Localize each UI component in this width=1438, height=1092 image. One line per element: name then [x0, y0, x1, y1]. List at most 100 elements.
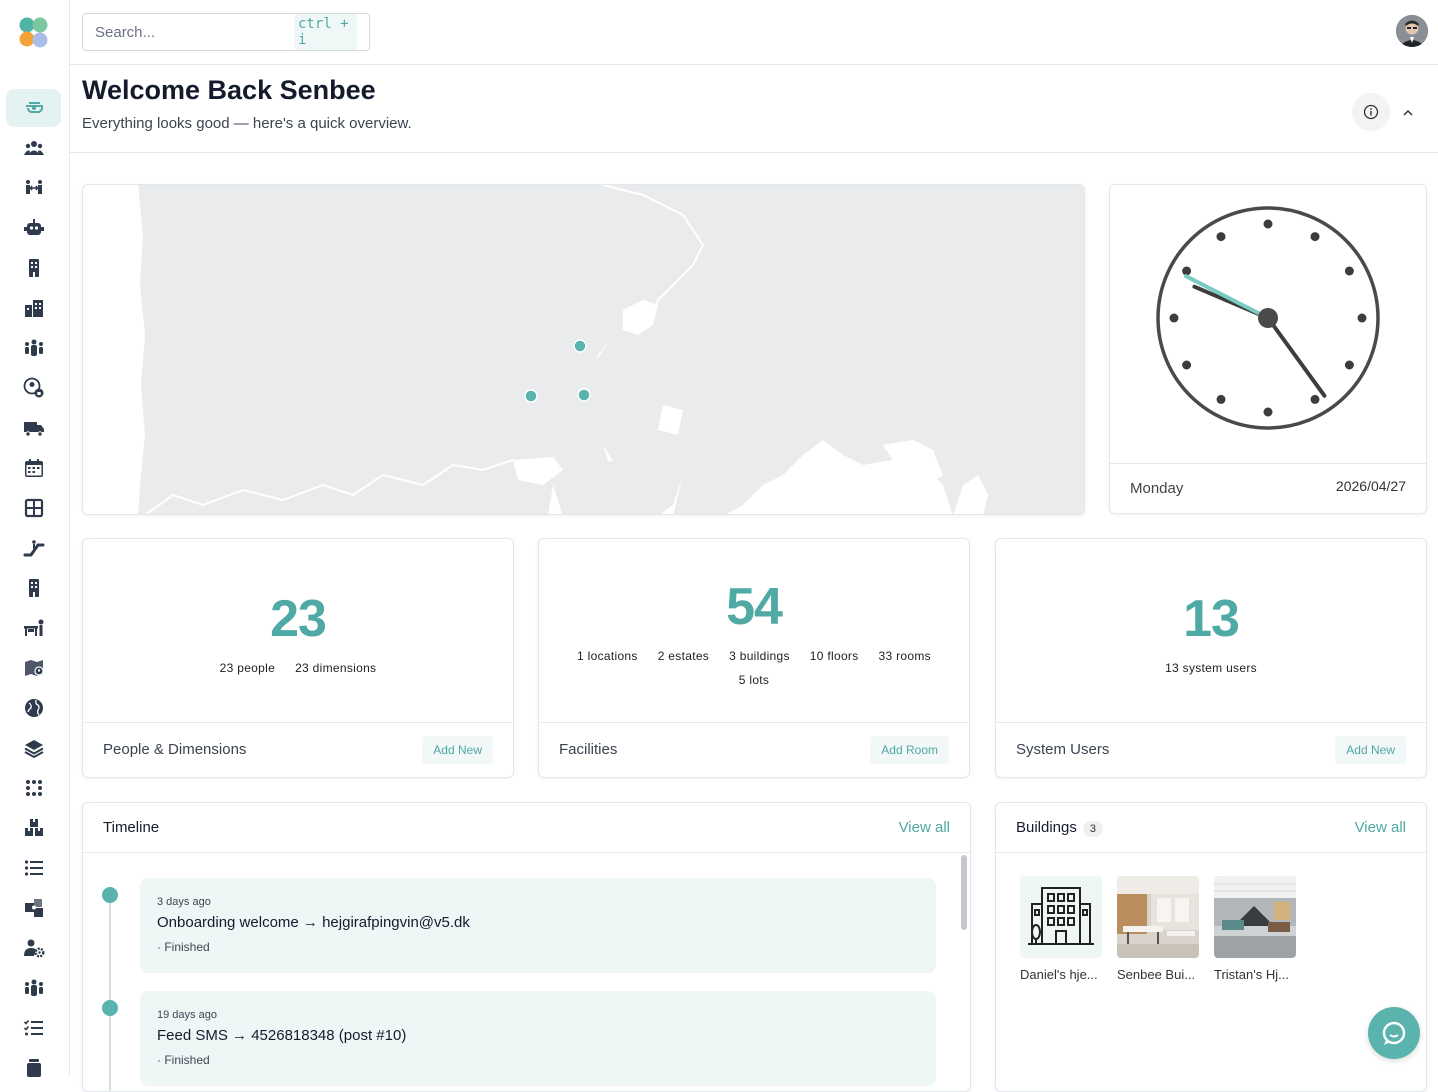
sidebar-item-boxes[interactable] [6, 809, 61, 847]
stat-title: System Users [1016, 741, 1110, 758]
add-new-user-button[interactable]: Add New [1335, 736, 1406, 764]
search-box[interactable]: ctrl + i [82, 13, 370, 51]
sidebar-item-user-gear[interactable] [6, 929, 61, 967]
timeline-item-time: 19 days ago [157, 1009, 217, 1021]
building-name: Daniel's hje... [1020, 967, 1098, 982]
sidebar-item-user-lock[interactable] [6, 369, 61, 407]
chat-button[interactable] [1368, 1007, 1420, 1059]
map-marker[interactable] [577, 388, 591, 402]
buildings-header: Buildings 3 View all [996, 803, 1426, 853]
people-icon [23, 141, 44, 155]
stat-sub: 23 dimensions [295, 661, 377, 675]
app-logo[interactable] [18, 16, 50, 50]
stat-footer: Facilities Add Room [539, 722, 969, 777]
map-canvas[interactable] [83, 185, 1085, 515]
timeline-dot [102, 1000, 118, 1016]
sidebar-item-building[interactable] [6, 249, 61, 287]
timeline-panel: Timeline View all 3 days ago Onboarding … [82, 802, 971, 1092]
chat-bubble-icon [1382, 1021, 1406, 1045]
sidebar-item-map-marker[interactable] [6, 649, 61, 687]
floor-plan-icon [24, 498, 43, 518]
clock-hour-mark [1263, 219, 1273, 229]
add-room-button[interactable]: Add Room [870, 736, 949, 764]
page-title: Welcome Back Senbee [82, 75, 376, 105]
stat-breakdown: 13 system users [996, 661, 1426, 675]
page-header: Welcome Back Senbee Everything looks goo… [70, 65, 1438, 153]
people-dimensions-card: 23 23 people 23 dimensions People & Dime… [82, 538, 514, 778]
building-icon [28, 259, 39, 277]
stat-sub: 1 locations [577, 649, 638, 663]
sidebar-item-dashboard[interactable] [6, 89, 61, 127]
sidebar-item-more[interactable] [6, 1049, 61, 1087]
timeline-dot [102, 887, 118, 903]
search-shortcut: ctrl + i [294, 14, 357, 50]
user-avatar[interactable] [1396, 15, 1428, 47]
buildings-title: Buildings 3 [1016, 819, 1103, 837]
sidebar-item-escalator[interactable] [6, 529, 61, 567]
buildings-view-all-link[interactable]: View all [1355, 819, 1406, 836]
stat-footer: System Users Add New [996, 722, 1426, 777]
sidebar-item-robot[interactable] [6, 209, 61, 247]
info-icon [1363, 104, 1379, 120]
sidebar-item-floor-plan[interactable] [6, 489, 61, 527]
timeline-item-title: Onboarding welcome → hejgirafpingvin@v5.… [157, 914, 470, 931]
dashboard-icon [25, 102, 43, 113]
sidebar-item-list[interactable] [6, 849, 61, 887]
stat-sub: 2 estates [657, 649, 710, 663]
timeline-scrollbar[interactable] [961, 855, 967, 930]
clock-hour-mark [1263, 407, 1273, 417]
sidebar-item-globe[interactable] [6, 689, 61, 727]
top-bar: ctrl + i [70, 0, 1438, 65]
map-marker[interactable] [573, 339, 587, 353]
add-new-people-button[interactable]: Add New [422, 736, 493, 764]
timeline-item-status: · Finished [157, 940, 210, 954]
timeline-item[interactable]: 3 days ago Onboarding welcome → hejgiraf… [140, 878, 936, 973]
collapse-button[interactable] [1398, 103, 1418, 123]
people-icon-2 [24, 979, 43, 996]
sidebar-item-people[interactable] [6, 969, 61, 1007]
buildings-count-badge: 3 [1082, 821, 1103, 837]
sidebar-item-people[interactable] [6, 129, 61, 167]
sidebar-item-city[interactable] [6, 289, 61, 327]
stat-value: 54 [726, 578, 783, 636]
sidebar-item-calendar[interactable] [6, 449, 61, 487]
office-building-icon [1028, 887, 1094, 945]
stat-sub: 13 system users [1165, 661, 1257, 675]
facilities-card: 54 1 locations 2 estates 3 buildings 10 … [538, 538, 970, 778]
stat-title: People & Dimensions [103, 741, 247, 758]
stat-sub: 33 rooms [878, 649, 931, 663]
sidebar-item-truck[interactable] [6, 409, 61, 447]
stat-sub: 10 floors [809, 649, 859, 663]
locations-map[interactable] [82, 184, 1085, 515]
clock-center [1258, 308, 1278, 328]
building-card[interactable]: Senbee Bui... [1117, 876, 1199, 982]
building-name: Tristan's Hj... [1214, 967, 1289, 982]
sidebar-item-checklist[interactable] [6, 1009, 61, 1047]
clock-hour-mark [1310, 394, 1320, 404]
stat-footer: People & Dimensions Add New [83, 722, 513, 777]
timeline-item-title: Feed SMS → 4526818348 (post #10) [157, 1027, 407, 1044]
buildings-title-text: Buildings [1016, 819, 1077, 836]
info-button[interactable] [1352, 93, 1390, 131]
robot-icon [23, 219, 44, 235]
timeline-header: Timeline View all [83, 803, 970, 853]
sidebar-item-grid-dots[interactable] [6, 769, 61, 807]
page-subtitle: Everything looks good — here's a quick o… [82, 115, 412, 132]
timeline-view-all-link[interactable]: View all [899, 819, 950, 836]
timeline-item[interactable]: 19 days ago Feed SMS → 4526818348 (post … [140, 991, 936, 1086]
sidebar-item-building-alt[interactable] [6, 569, 61, 607]
sidebar-item-puzzle[interactable] [6, 889, 61, 927]
sidebar-item-desk[interactable] [6, 609, 61, 647]
clock-footer: Monday 2026/04/27 [1110, 463, 1426, 513]
map-marker[interactable] [524, 389, 538, 403]
clock-hour-mark [1182, 266, 1192, 276]
boxes-icon [24, 819, 43, 836]
search-input[interactable] [95, 23, 294, 41]
sidebar-item-people-arrows[interactable] [6, 169, 61, 207]
sidebar-item-person-group[interactable] [6, 329, 61, 367]
people-arrows-icon [25, 180, 42, 194]
clock-hour-mark [1169, 313, 1179, 323]
sidebar-item-layers[interactable] [6, 729, 61, 767]
building-card[interactable]: Tristan's Hj... [1214, 876, 1296, 982]
building-card[interactable]: Daniel's hje... [1020, 876, 1102, 982]
